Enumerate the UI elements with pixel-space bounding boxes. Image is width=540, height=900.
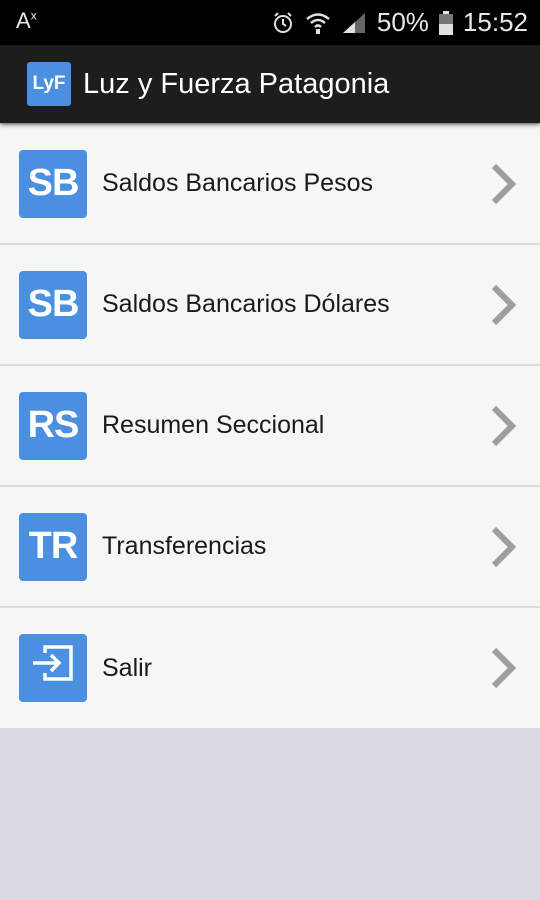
badge-sb-dolares: SB <box>19 270 87 339</box>
app-title: Luz y Fuerza Patagonia <box>83 67 390 100</box>
chevron-right-icon <box>488 162 518 206</box>
menu-item-label: Saldos Bancarios Dólares <box>102 290 390 318</box>
app-logo-text: LyF <box>32 73 66 94</box>
font-size-indicator-sup: x <box>30 8 37 23</box>
menu-item-transferencias[interactable]: TR Transferencias <box>0 487 540 608</box>
badge-sb-pesos: SB <box>19 149 87 218</box>
menu-item-label: Resumen Seccional <box>102 411 325 439</box>
alarm-icon <box>271 11 295 35</box>
badge-text: TR <box>28 525 79 567</box>
font-size-indicator-letter: A <box>16 8 31 33</box>
badge-text: SB <box>27 283 80 325</box>
clock: 15:52 <box>462 7 528 37</box>
battery-percentage: 50% <box>376 7 429 37</box>
menu-item-saldos-pesos[interactable]: SB Saldos Bancarios Pesos <box>0 124 540 245</box>
badge-rs: RS <box>19 391 87 460</box>
menu-item-saldos-dolares[interactable]: SB Saldos Bancarios Dólares <box>0 245 540 366</box>
exit-icon <box>31 643 75 693</box>
chevron-right-icon <box>488 525 518 569</box>
menu-list: SB Saldos Bancarios Pesos SB Saldos Banc… <box>0 124 540 728</box>
action-bar: LyF Luz y Fuerza Patagonia <box>0 45 540 123</box>
badge-tr: TR <box>19 512 87 581</box>
signal-icon <box>341 11 367 35</box>
chevron-right-icon <box>488 646 518 690</box>
badge-text: RS <box>27 404 80 446</box>
menu-item-label: Transferencias <box>102 532 267 560</box>
status-bar: Ax 50% 15:52 <box>0 0 540 45</box>
menu-item-salir[interactable]: Salir <box>0 608 540 728</box>
app-logo[interactable]: LyF <box>27 62 71 106</box>
menu-item-label: Saldos Bancarios Pesos <box>102 169 373 197</box>
badge-text: SB <box>27 162 80 204</box>
chevron-right-icon <box>488 404 518 448</box>
wifi-icon <box>305 11 331 35</box>
chevron-right-icon <box>488 283 518 327</box>
menu-item-resumen-seccional[interactable]: RS Resumen Seccional <box>0 366 540 487</box>
battery-icon <box>438 10 453 35</box>
menu-item-label: Salir <box>102 653 153 682</box>
status-icons: 50% 15:52 <box>271 0 528 45</box>
badge-salir <box>19 634 87 702</box>
font-size-indicator: Ax <box>16 8 37 34</box>
